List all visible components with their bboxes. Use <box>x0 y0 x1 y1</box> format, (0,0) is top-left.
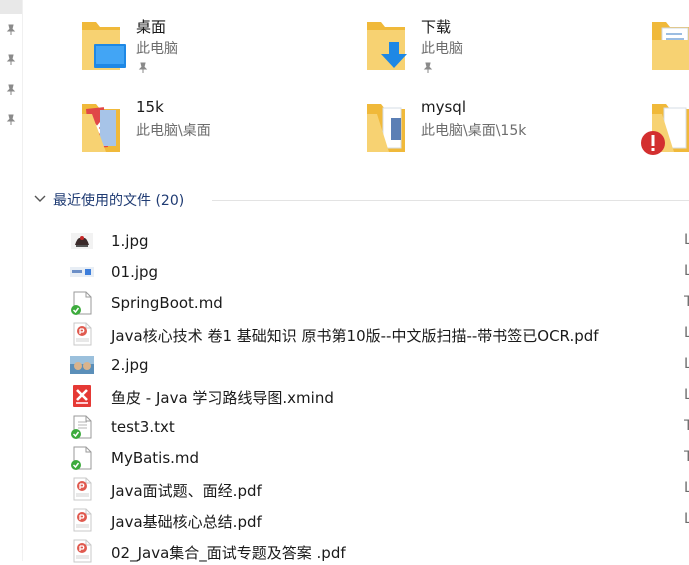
recent-files-header[interactable]: 最近使用的文件 (20) <box>34 190 689 210</box>
quick-access-mysql[interactable]: mysql 此电脑\桌面\15k <box>365 98 615 160</box>
pdf-file-icon <box>73 477 92 501</box>
tile-name: mysql <box>421 98 466 116</box>
folder-icon <box>82 104 120 152</box>
list-item[interactable]: Java基础核心总结.pdf L <box>70 506 689 534</box>
quick-access-rail <box>0 0 22 561</box>
pdf-file-icon <box>73 322 92 346</box>
list-item[interactable]: 2.jpg L <box>70 351 689 379</box>
rail-divider <box>22 0 23 561</box>
pin-icon[interactable] <box>5 114 17 126</box>
file-name: MyBatis.md <box>111 449 200 467</box>
quick-access-downloads[interactable]: 下载 此电脑 <box>365 18 615 78</box>
file-name: 2.jpg <box>111 356 149 374</box>
column-cutoff: L <box>684 356 689 372</box>
desktop-folder-icon <box>82 22 126 70</box>
pin-icon <box>423 62 433 73</box>
image-file-icon <box>70 267 94 277</box>
pdf-file-icon <box>73 508 92 532</box>
text-file-synced-icon <box>71 291 92 315</box>
tile-location: 此电脑\桌面\15k <box>421 123 527 139</box>
column-cutoff: L <box>684 325 689 341</box>
file-name: Java核心技术 卷1 基础知识 原书第10版--中文版扫描--带书签已OCR.… <box>111 327 599 345</box>
column-cutoff: L <box>684 387 689 403</box>
pin-icon <box>138 62 148 73</box>
list-item[interactable]: 01.jpg L <box>70 258 689 286</box>
pin-icon[interactable] <box>5 24 17 36</box>
column-cutoff: L <box>684 511 689 527</box>
file-name: Java基础核心总结.pdf <box>111 513 262 531</box>
quick-access-documents[interactable] <box>650 18 689 78</box>
file-name: Java面试题、面经.pdf <box>111 482 262 500</box>
list-item[interactable]: SpringBoot.md T <box>70 289 689 317</box>
column-cutoff: L <box>684 263 689 279</box>
xmind-file-icon <box>73 385 91 407</box>
image-file-icon <box>70 356 94 374</box>
quick-access-desktop[interactable]: 桌面 此电脑 <box>80 18 330 78</box>
tile-location: 此电脑\桌面 <box>136 123 211 139</box>
tile-location: 此电脑 <box>136 41 178 57</box>
list-item[interactable]: test3.txt T <box>70 413 689 441</box>
file-name: 02_Java集合_面试专题及答案 .pdf <box>111 544 346 562</box>
column-cutoff: T <box>684 294 689 310</box>
file-name: 01.jpg <box>111 263 159 281</box>
file-name: SpringBoot.md <box>111 294 223 312</box>
file-name: 鱼皮 - Java 学习路线导图.xmind <box>111 389 334 407</box>
pin-icon[interactable] <box>5 84 17 96</box>
pdf-file-icon <box>73 539 92 563</box>
warning-icon <box>641 131 665 155</box>
list-item[interactable]: Java核心技术 卷1 基础知识 原书第10版--中文版扫描--带书签已OCR.… <box>70 320 689 348</box>
list-item[interactable]: 鱼皮 - Java 学习路线导图.xmind L <box>70 382 689 410</box>
file-name: test3.txt <box>111 418 175 436</box>
chevron-down-icon[interactable] <box>34 194 46 204</box>
file-name: 1.jpg <box>111 232 149 250</box>
documents-folder-icon <box>652 22 689 70</box>
list-item[interactable]: Java面试题、面经.pdf L <box>70 475 689 503</box>
tile-location: 此电脑 <box>421 41 463 57</box>
quick-access-folder-warning[interactable] <box>640 100 689 160</box>
list-item[interactable]: 1.jpg L <box>70 227 689 255</box>
section-divider <box>212 200 689 201</box>
column-cutoff: T <box>684 449 689 465</box>
downloads-folder-icon <box>367 22 407 70</box>
image-file-icon <box>71 233 93 249</box>
pin-icon[interactable] <box>5 54 17 66</box>
column-cutoff: L <box>684 480 689 496</box>
section-title: 最近使用的文件 (20) <box>53 193 185 209</box>
column-cutoff: T <box>684 418 689 434</box>
text-file-synced-icon <box>71 415 92 439</box>
text-file-synced-icon <box>71 446 92 470</box>
quick-access-15k[interactable]: 15k 此电脑\桌面 <box>80 98 330 160</box>
folder-icon <box>367 104 405 152</box>
column-cutoff: L <box>684 232 689 248</box>
tile-name: 桌面 <box>136 18 167 36</box>
rail-scroll-top <box>0 0 22 14</box>
list-item[interactable]: MyBatis.md T <box>70 444 689 472</box>
tile-name: 15k <box>136 98 164 116</box>
tile-name: 下载 <box>421 18 452 36</box>
